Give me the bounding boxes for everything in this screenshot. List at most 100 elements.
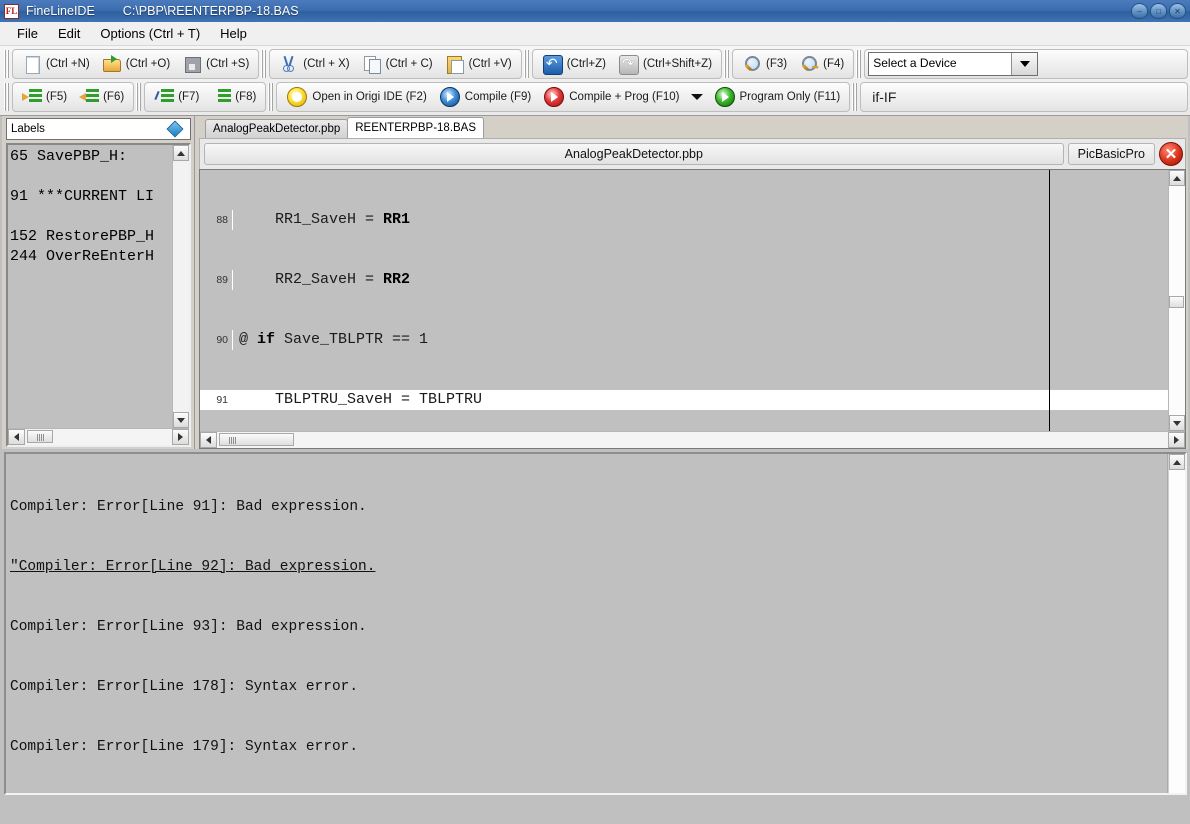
output-line[interactable]: Compiler: Error[Line 178]: Syntax error.	[10, 677, 1167, 697]
undo-button[interactable]: (Ctrl+Z)	[536, 51, 612, 77]
list-item-spacer	[10, 207, 172, 227]
toolbar-grip-icon-2[interactable]	[260, 50, 267, 78]
chevron-down-icon[interactable]	[1011, 53, 1037, 75]
hscroll-track[interactable]	[217, 432, 1168, 448]
dropdown-caret-icon[interactable]	[686, 84, 708, 110]
scroll-down-icon[interactable]	[1169, 415, 1185, 431]
open-file-button[interactable]: (Ctrl +O)	[96, 51, 176, 77]
scroll-up-icon[interactable]	[173, 145, 189, 161]
new-document-icon	[22, 54, 42, 74]
output-line-selected[interactable]: "Compiler: Error[Line 92]: Bad expressio…	[10, 557, 1167, 577]
blue-diamond-icon[interactable]	[169, 123, 183, 137]
toolbar-grip-icon-4[interactable]	[723, 50, 730, 78]
comment-button[interactable]: (F7)	[148, 84, 205, 110]
toolbar-grip-icon[interactable]	[3, 50, 10, 78]
editor-horizontal-scrollbar[interactable]	[200, 431, 1185, 448]
find-next-button[interactable]: ➥ (F4)	[793, 51, 850, 77]
paste-button[interactable]: (Ctrl +V)	[439, 51, 518, 77]
cut-button[interactable]: (Ctrl + X)	[273, 51, 355, 77]
find-label: (F3)	[766, 58, 787, 70]
uncomment-button[interactable]: (F8)	[205, 84, 262, 110]
editor-vertical-scrollbar[interactable]	[1168, 170, 1185, 431]
copy-button[interactable]: (Ctrl + C)	[356, 51, 439, 77]
toolbar-grip-icon-3[interactable]	[523, 50, 530, 78]
toolbar-group-history: (Ctrl+Z) (Ctrl+Shift+Z)	[532, 49, 722, 79]
menu-item-options[interactable]: Options (Ctrl + T)	[91, 23, 209, 44]
code-line[interactable]: 88 RR1_SaveH = RR1	[200, 210, 1168, 230]
toolbar-group-build: Open in Origi IDE (F2) Compile (F9) Comp…	[276, 82, 850, 112]
open-file-label: (Ctrl +O)	[126, 58, 170, 70]
scroll-left-icon[interactable]	[8, 429, 25, 445]
minimize-button[interactable]: –	[1131, 3, 1148, 19]
compile-button[interactable]: Compile (F9)	[433, 84, 537, 110]
code-line-highlighted[interactable]: 91 TBLPTRU_SaveH = TBLPTRU	[200, 390, 1168, 410]
labels-sidebar: Labels 65 SavePBP_H: 91 ***CURRENT LI 15…	[2, 116, 195, 449]
device-select[interactable]: Select a Device	[868, 52, 1038, 76]
scroll-right-icon[interactable]	[172, 429, 189, 445]
new-file-button[interactable]: (Ctrl +N)	[16, 51, 96, 77]
tab-analogpeakdetector[interactable]: AnalogPeakDetector.pbp	[205, 119, 348, 138]
indent-left-button[interactable]: (F6)	[73, 84, 130, 110]
tab-reenterpbp[interactable]: REENTERPBP-18.BAS	[347, 117, 484, 138]
scroll-left-icon[interactable]	[200, 432, 217, 448]
window-document-path: C:\PBP\REENTERPBP-18.BAS	[123, 4, 299, 18]
open-in-origi-ide-button[interactable]: Open in Origi IDE (F2)	[280, 84, 432, 110]
list-item[interactable]: 152 RestorePBP_H	[10, 227, 172, 247]
vscroll-thumb[interactable]	[1169, 296, 1184, 308]
list-item[interactable]: 91 ***CURRENT LI	[10, 187, 172, 207]
labels-horizontal-scrollbar[interactable]	[8, 428, 189, 445]
menu-item-file[interactable]: File	[8, 23, 47, 44]
labels-list[interactable]: 65 SavePBP_H: 91 ***CURRENT LI 152 Resto…	[8, 145, 172, 428]
scroll-up-icon[interactable]	[1169, 454, 1185, 470]
code-line[interactable]: 90@ if Save_TBLPTR == 1	[200, 330, 1168, 350]
redo-label: (Ctrl+Shift+Z)	[643, 58, 712, 70]
compile-and-program-button[interactable]: Compile + Prog (F10)	[537, 84, 685, 110]
list-item[interactable]: 244 OverReEnterH	[10, 247, 172, 267]
sidebar-view-select[interactable]: Labels	[6, 118, 191, 140]
magnifier-find-next-icon: ➥	[799, 54, 819, 74]
output-line[interactable]: Compiler: Error[Line 93]: Bad expression…	[10, 617, 1167, 637]
output-line[interactable]: Compiler: Error[Line 179]: Syntax error.	[10, 737, 1167, 757]
hscroll-thumb[interactable]	[219, 433, 294, 446]
menu-item-help[interactable]: Help	[211, 23, 256, 44]
label-line-number: 91	[10, 188, 28, 205]
redo-button[interactable]: (Ctrl+Shift+Z)	[612, 51, 718, 77]
indent-right-button[interactable]: (F5)	[16, 84, 73, 110]
toolbar-grip-icon-7[interactable]	[135, 83, 142, 111]
close-window-button[interactable]: ✕	[1169, 3, 1186, 19]
labels-vertical-scrollbar[interactable]	[172, 145, 189, 428]
toolbar-group-clipboard: (Ctrl + X) (Ctrl + C) (Ctrl +V)	[269, 49, 521, 79]
code-text: TBLPTRU_SaveH = TBLPTRU	[233, 390, 1168, 410]
scroll-down-icon[interactable]	[173, 412, 189, 428]
menu-item-edit[interactable]: Edit	[49, 23, 89, 44]
hscroll-thumb[interactable]	[27, 430, 53, 443]
open-in-origi-ide-label: Open in Origi IDE (F2)	[312, 91, 426, 103]
toolbar-grip-icon-5[interactable]	[855, 50, 862, 78]
program-only-button[interactable]: Program Only (F11)	[708, 84, 847, 110]
hscroll-track[interactable]	[25, 429, 172, 445]
output-vertical-scrollbar[interactable]	[1168, 454, 1185, 793]
scroll-right-icon[interactable]	[1168, 432, 1185, 448]
toolbar-grip-icon-6[interactable]	[3, 83, 10, 111]
compiler-output-text[interactable]: Compiler: Error[Line 91]: Bad expression…	[6, 454, 1168, 793]
code-line[interactable]: 89 RR2_SaveH = RR2	[200, 270, 1168, 290]
vscroll-track[interactable]	[1169, 186, 1185, 415]
output-line[interactable]: Compiler: Error[Line 91]: Bad expression…	[10, 497, 1167, 517]
maximize-button[interactable]: □	[1150, 3, 1167, 19]
code-scroll-region[interactable]: 88 RR1_SaveH = RR1 89 RR2_SaveH = RR2 90…	[200, 170, 1168, 431]
comment-lines-icon	[154, 88, 174, 106]
toolbar-grip-icon-8[interactable]	[267, 83, 274, 111]
toolbar-group-status: if-IF	[860, 82, 1188, 112]
red-play-orb-icon	[543, 86, 565, 108]
file-path-field[interactable]: AnalogPeakDetector.pbp	[204, 143, 1064, 165]
scroll-up-icon[interactable]	[1169, 170, 1185, 186]
language-mode-button[interactable]: PicBasicPro	[1068, 143, 1155, 165]
vscroll-track[interactable]	[1169, 470, 1185, 793]
close-tab-button[interactable]: ✕	[1159, 142, 1183, 166]
toolbar-grip-icon-9[interactable]	[851, 83, 858, 111]
save-file-button[interactable]: (Ctrl +S)	[176, 51, 255, 77]
find-button[interactable]: (F3)	[736, 51, 793, 77]
compile-label: Compile (F9)	[465, 91, 531, 103]
code-lines[interactable]: 88 RR1_SaveH = RR1 89 RR2_SaveH = RR2 90…	[200, 170, 1168, 431]
list-item[interactable]: 65 SavePBP_H:	[10, 147, 172, 167]
